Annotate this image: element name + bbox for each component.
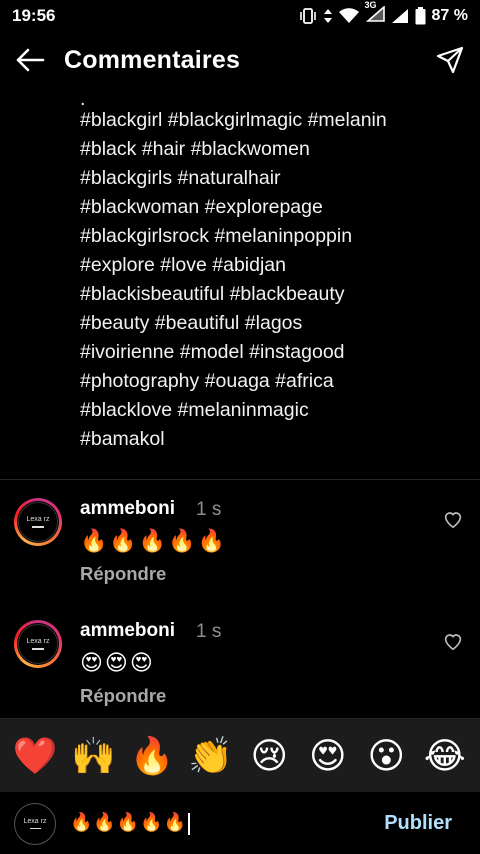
emoji-clapping[interactable]: 👏 [185, 737, 237, 774]
caption-line: #explore #love #abidjan [80, 254, 286, 276]
avatar[interactable]: Lexa rz [14, 498, 62, 546]
emoji-quick-bar: ❤️ 🙌 🔥 👏 😢 😍 😮 😂 [0, 718, 480, 792]
caption-line: #blackwoman #explorepage [80, 196, 323, 218]
reply-button[interactable]: Répondre [80, 563, 166, 585]
caption-line: #photography #ouaga #africa [80, 370, 334, 392]
avatar-ring-inner: Lexa rz [17, 501, 59, 543]
caption-line: #blackgirlsrock #melaninpoppin [80, 225, 353, 247]
avatar-text: Lexa rz [26, 638, 50, 646]
avatar-image: Lexa rz [18, 502, 58, 542]
caption-line: #ivoirienne #model #instagood [80, 341, 345, 363]
emoji-tears-of-joy[interactable]: 😂 [419, 737, 471, 774]
caption-line: #blackgirls #naturalhair [80, 167, 281, 189]
caption-line: #bamakol [80, 428, 165, 450]
comment-item: Lexa rz ammeboni 1 s 😍😍😍 Répondre [0, 612, 480, 722]
reply-button[interactable]: Répondre [80, 685, 166, 707]
emoji-heart-eyes[interactable]: 😍 [302, 737, 354, 774]
comment-time: 1 s [196, 621, 222, 642]
status-icons: 3G 87 % [299, 0, 468, 27]
post-caption: . #blackgirl #blackgirlmagic #melanin #b… [80, 88, 460, 454]
caption-line: . [80, 88, 86, 110]
avatar-bar [29, 827, 41, 830]
avatar-text: Lexa rz [23, 817, 47, 825]
text-caret [188, 812, 191, 835]
comment-username[interactable]: ammeboni [80, 620, 175, 642]
composer-avatar: Lexa rz [14, 802, 56, 845]
signal-icon-2 [391, 9, 408, 23]
caption-line: #blacklove #melaninmagic [80, 399, 309, 421]
comment-username[interactable]: ammeboni [80, 498, 175, 520]
back-button[interactable] [14, 44, 46, 76]
header: Commentaires [0, 32, 480, 88]
emoji-fire[interactable]: 🔥 [126, 737, 178, 774]
status-time: 19:56 [12, 6, 56, 25]
battery-icon [415, 7, 426, 25]
emoji-red-heart[interactable]: ❤️ [9, 737, 61, 774]
comment-input[interactable]: 🔥🔥🔥🔥🔥 [70, 812, 384, 835]
emoji-raising-hands[interactable]: 🙌 [68, 737, 120, 774]
wifi-icon [338, 8, 359, 23]
heart-icon[interactable] [442, 508, 464, 530]
avatar[interactable]: Lexa rz [14, 620, 62, 668]
divider [0, 479, 480, 480]
caption-line: #blackgirl #blackgirlmagic #melanin [80, 109, 387, 131]
battery-percent: 87 % [431, 7, 468, 24]
avatar-bar [32, 526, 44, 528]
comment-text: 🔥🔥🔥🔥🔥 [80, 528, 227, 553]
publish-button[interactable]: Publier [384, 812, 452, 835]
avatar-ring-inner: Lexa rz [17, 623, 59, 665]
comment-item: Lexa rz ammeboni 1 s 🔥🔥🔥🔥🔥 Répondre [0, 490, 480, 600]
data-arrows-icon [323, 9, 332, 23]
vibrate-icon [299, 8, 316, 24]
share-button[interactable] [434, 44, 466, 76]
caption-line: #beauty #beautiful #lagos [80, 312, 303, 334]
network-type: 3G [364, 0, 377, 10]
arrow-left-icon [16, 48, 45, 72]
caption-line: #black #hair #blackwomen [80, 138, 310, 160]
status-bar: 19:56 3G 87 % [0, 0, 480, 32]
comment-composer: Lexa rz 🔥🔥🔥🔥🔥 Publier [0, 793, 480, 854]
emoji-crying[interactable]: 😢 [243, 737, 295, 774]
caption-line: #blackisbeautiful #blackbeauty [80, 283, 345, 305]
avatar-text: Lexa rz [26, 516, 50, 524]
emoji-surprised[interactable]: 😮 [360, 737, 412, 774]
avatar-bar [32, 648, 44, 650]
comment-text: 😍😍😍 [80, 650, 155, 675]
comment-time: 1 s [196, 499, 222, 520]
comment-input-value: 🔥🔥🔥🔥🔥 [70, 812, 188, 833]
heart-icon[interactable] [442, 630, 464, 652]
page-title: Commentaires [64, 45, 241, 74]
avatar-image: Lexa rz [18, 624, 58, 664]
paper-plane-icon [436, 46, 464, 74]
